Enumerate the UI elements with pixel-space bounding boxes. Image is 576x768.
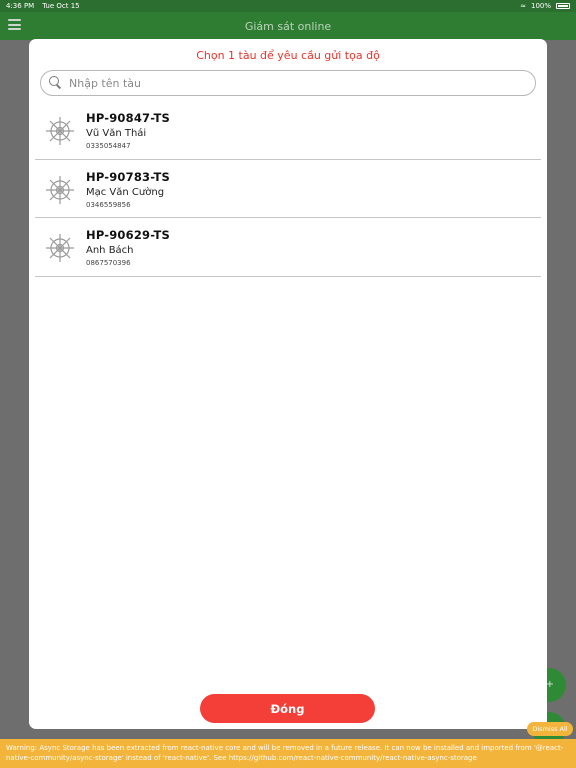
status-time: 4:36 PM [6,2,35,10]
menu-icon[interactable] [8,19,21,30]
ship-code: HP-90847-TS [86,111,171,125]
ship-owner: Vũ Văn Thái [86,128,147,139]
warning-banner[interactable]: Warning: Async Storage has been extracte… [0,739,576,768]
ship-code: HP-90783-TS [86,169,171,184]
ship-list: HP-90847-TS Vũ Văn Thái 0335054847 HP-90… [35,101,541,277]
search-input[interactable] [69,76,469,90]
status-bar: 4:36 PM Tue Oct 15 ≈ 100% [0,0,576,12]
modal-title: Chọn 1 tàu để yêu cầu gửi tọa độ [196,49,380,62]
ship-phone: 0867570396 [86,259,131,267]
wifi-icon: ≈ [520,2,526,10]
ship-list-item[interactable]: HP-90847-TS Vũ Văn Thái 0335054847 [35,101,541,160]
ship-owner: Mạc Văn Cường [86,186,165,198]
close-button[interactable]: Đóng [200,694,375,723]
ship-wheel-icon [46,234,74,262]
ship-code: HP-90629-TS [86,228,171,242]
search-box[interactable] [40,70,536,96]
ship-owner: Anh Bách [86,245,134,256]
status-date: Tue Oct 15 [42,2,80,10]
battery-percent: 100% [530,2,551,10]
page-title: Giám sát online [244,19,332,33]
ship-list-item[interactable]: HP-90783-TS Mạc Văn Cường 0346559856 [35,160,541,218]
ship-phone: 0335054847 [86,142,131,150]
select-ship-modal: Chọn 1 tàu để yêu cầu gửi tọa độ HP-9084… [29,39,547,729]
battery-icon [556,3,570,9]
dismiss-all-button[interactable]: Dismiss All [527,722,573,736]
ship-phone: 0346559856 [86,200,131,209]
ship-list-item[interactable]: HP-90629-TS Anh Bách 0867570396 [35,218,541,277]
search-icon [49,76,63,90]
app-header: Giám sát online [0,12,576,40]
ship-wheel-icon [46,117,74,145]
ship-wheel-icon [46,175,74,204]
